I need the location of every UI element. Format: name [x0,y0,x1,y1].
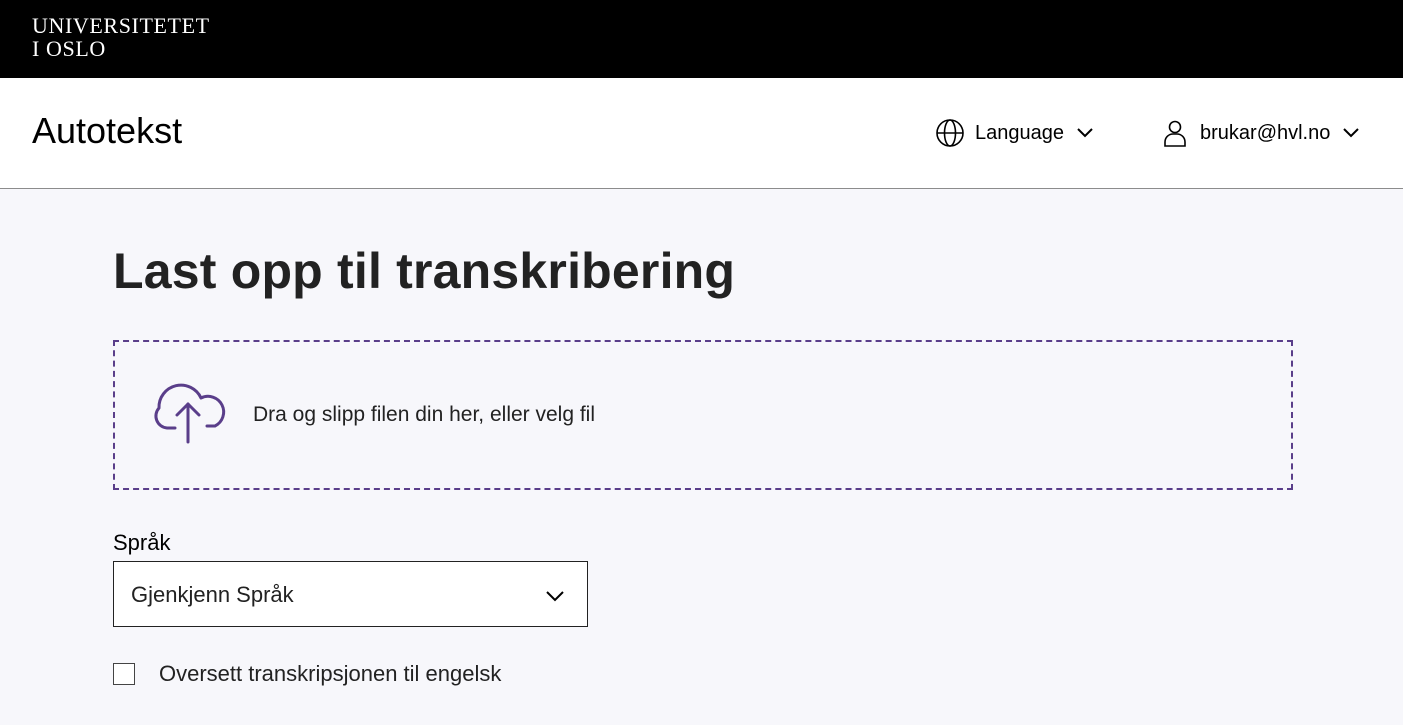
top-banner: UNIVERSITETET I OSLO [0,0,1403,78]
file-dropzone[interactable]: Dra og slipp filen din her, eller velg f… [113,340,1293,490]
translate-option[interactable]: Oversett transkripsjonen til engelsk [113,661,501,687]
language-select[interactable]: Gjenkjenn Språk [113,561,588,627]
language-menu-button[interactable]: Language [935,118,1094,148]
logo-line-1: UNIVERSITETET [32,13,210,38]
translate-checkbox-label[interactable]: Oversett transkripsjonen til engelsk [159,661,501,687]
cloud-upload-icon [154,383,226,444]
page-title: Last opp til transkribering [113,243,736,299]
uio-logo[interactable]: UNIVERSITETET I OSLO [32,14,210,60]
logo-line-2: I OSLO [32,36,106,61]
chevron-down-icon [546,591,564,602]
language-menu-label: Language [975,121,1064,144]
user-menu-label: brukar@hvl.no [1200,121,1331,144]
dropzone-text: Dra og slipp filen din her, eller velg f… [253,403,596,426]
globe-icon [936,119,964,147]
language-select-value: Gjenkjenn Språk [131,582,294,607]
language-field-label: Språk [113,530,171,555]
user-icon [1164,120,1186,147]
app-header: Autotekst Language brukar@hvl.no [0,78,1403,189]
user-menu-button[interactable]: brukar@hvl.no [1160,118,1360,148]
chevron-down-icon [1077,128,1093,138]
app-title[interactable]: Autotekst [32,110,182,152]
chevron-down-icon [1343,128,1360,138]
translate-checkbox[interactable] [113,663,135,685]
